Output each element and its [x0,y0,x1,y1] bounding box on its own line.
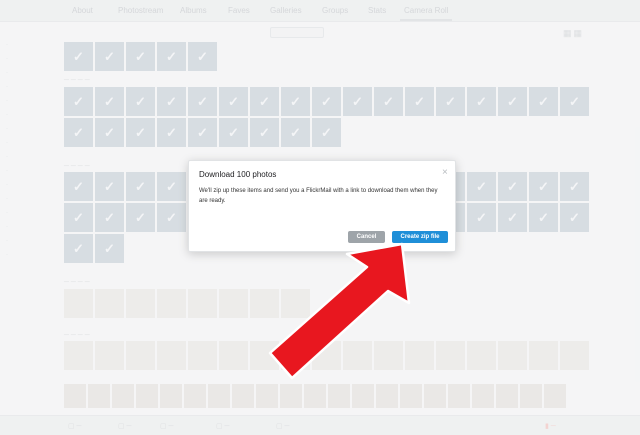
create-zip-file-button[interactable]: Create zip file [392,231,448,243]
dialog-message: We'll zip up these items and send you a … [199,188,438,204]
dialog-title: Download 100 photos [199,170,277,179]
download-dialog: Download 100 photos × We'll zip up these… [188,160,456,252]
cancel-button[interactable]: Cancel [348,231,385,243]
close-icon[interactable]: × [442,167,448,178]
